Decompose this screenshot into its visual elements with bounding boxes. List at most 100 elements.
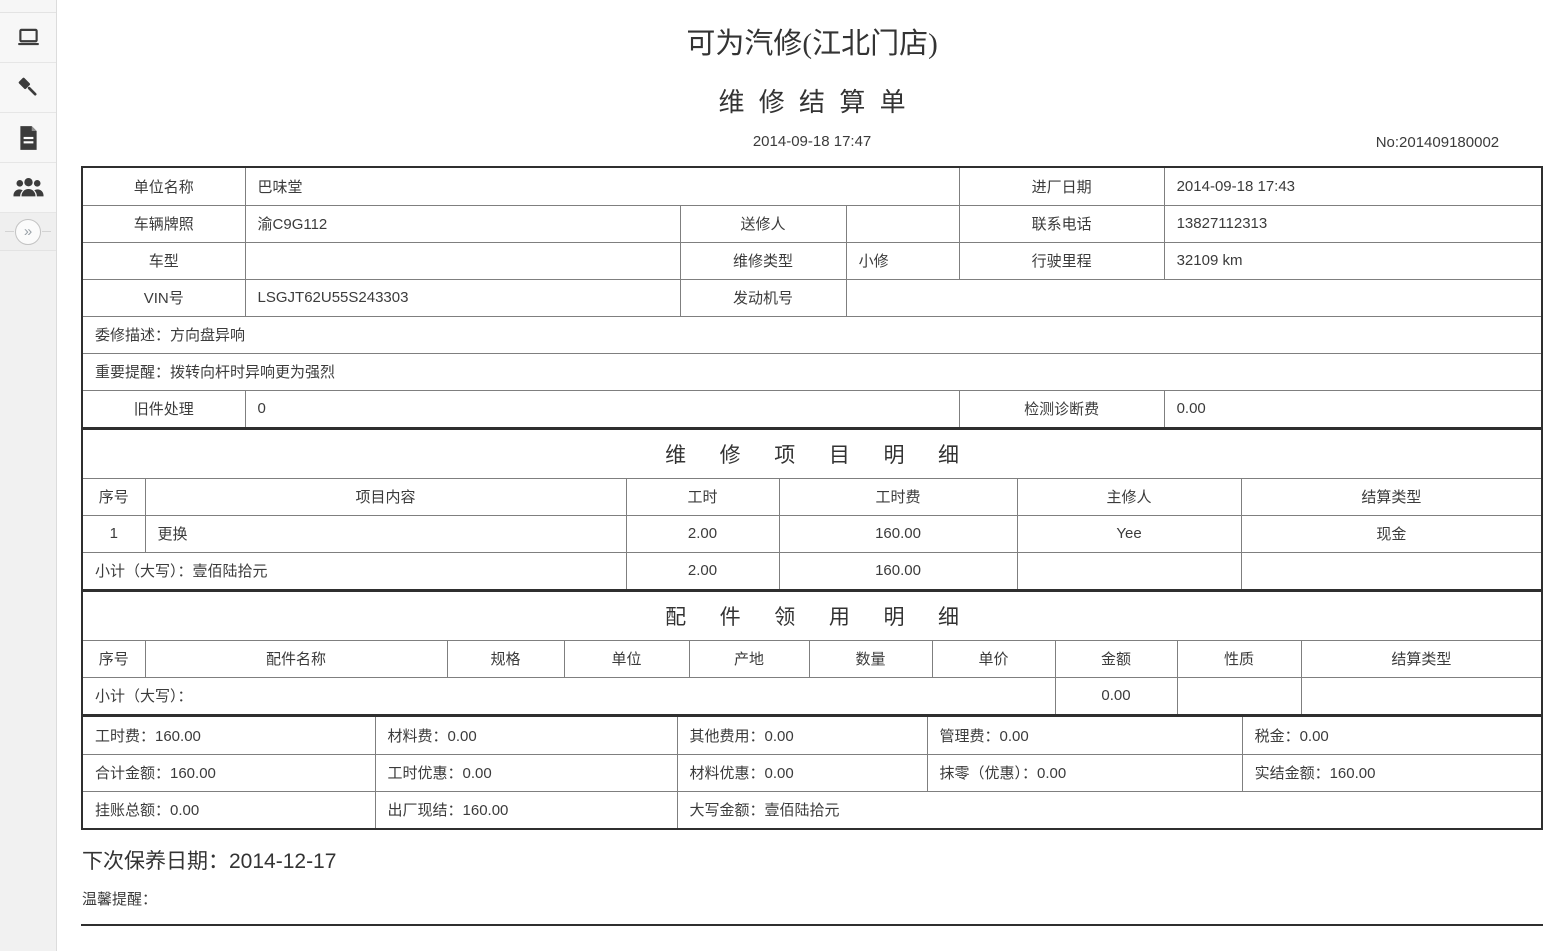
gavel-icon <box>15 74 42 101</box>
item-labor-fee: 160.00 <box>779 515 1017 552</box>
phone-value: 13827112313 <box>1164 205 1541 242</box>
sender-value <box>846 205 959 242</box>
repair-items-section-title-row: 维修项目明细 <box>83 430 1541 478</box>
repair-type-value: 小修 <box>846 242 959 279</box>
col-header-mechanic: 主修人 <box>1017 478 1241 515</box>
document-icon <box>17 125 40 151</box>
table-row: 车辆牌照 渝C9G112 送修人 联系电话 13827112313 <box>83 205 1541 242</box>
warm-tips-label: 温馨提醒： <box>82 888 1543 909</box>
item-seq: 1 <box>83 515 145 552</box>
col-header-spec: 规格 <box>447 640 564 677</box>
expand-divider-line <box>42 231 51 232</box>
labor-fee-total: 工时费：160.00 <box>83 717 375 754</box>
col-header-seq: 序号 <box>83 640 145 677</box>
table-row: 工时费：160.00 材料费：0.00 其他费用：0.00 管理费：0.00 税… <box>83 717 1541 754</box>
table-row: 重要提醒：拨转向杆时异响更为强烈 <box>83 353 1541 390</box>
totals-table: 工时费：160.00 材料费：0.00 其他费用：0.00 管理费：0.00 税… <box>83 717 1541 828</box>
table-row: 委修描述：方向盘异响 <box>83 316 1541 353</box>
entry-date-value: 2014-09-18 17:43 <box>1164 168 1541 205</box>
empty-cell <box>1301 677 1541 714</box>
repair-items-subtotal-row: 小计（大写）：壹佰陆拾元 2.00 160.00 <box>83 552 1541 589</box>
empty-cell <box>1177 677 1301 714</box>
col-header-labor-fee: 工时费 <box>779 478 1017 515</box>
item-hours: 2.00 <box>626 515 779 552</box>
col-header-amount: 金额 <box>1055 640 1177 677</box>
settlement-table: 单位名称 巴味堂 进厂日期 2014-09-18 17:43 车辆牌照 渝C9G… <box>81 166 1543 830</box>
sidebar-top-strip <box>0 0 56 13</box>
repair-description: 委修描述：方向盘异响 <box>83 316 1541 353</box>
col-header-qty: 数量 <box>809 640 932 677</box>
entry-date-label: 进厂日期 <box>959 168 1164 205</box>
sidebar-item-document[interactable] <box>0 113 56 163</box>
important-note: 重要提醒：拨转向杆时异响更为强烈 <box>83 353 1541 390</box>
col-header-unit-price: 单价 <box>932 640 1055 677</box>
amount-in-words: 大写金额：壹佰陆拾元 <box>677 791 1541 828</box>
vin-label: VIN号 <box>83 279 245 316</box>
tax-fee: 税金：0.00 <box>1242 717 1541 754</box>
final-amount: 实结金额：160.00 <box>1242 754 1541 791</box>
vehicle-info-table: 单位名称 巴味堂 进厂日期 2014-09-18 17:43 车辆牌照 渝C9G… <box>83 168 1541 427</box>
table-row: 车型 维修类型 小修 行驶里程 32109 km <box>83 242 1541 279</box>
item-content: 更换 <box>145 515 626 552</box>
table-row: 单位名称 巴味堂 进厂日期 2014-09-18 17:43 <box>83 168 1541 205</box>
col-header-settle-type: 结算类型 <box>1241 478 1541 515</box>
users-icon <box>13 175 44 201</box>
parts-subtotal-amount: 0.00 <box>1055 677 1177 714</box>
document-type-title: 维修结算单 <box>81 82 1543 119</box>
sender-label: 送修人 <box>680 205 846 242</box>
diagnosis-fee-value: 0.00 <box>1164 390 1541 427</box>
parts-table: 配件领用明细 序号 配件名称 规格 单位 产地 数量 单价 金额 性质 结算类型… <box>83 592 1541 714</box>
labor-subtotal-hours: 2.00 <box>626 552 779 589</box>
mileage-value: 32109 km <box>1164 242 1541 279</box>
sidebar-filler <box>0 251 56 951</box>
col-header-part-name: 配件名称 <box>145 640 447 677</box>
col-header-seq: 序号 <box>83 478 145 515</box>
unit-name-value: 巴味堂 <box>245 168 959 205</box>
vin-value: LSGJT62U55S243303 <box>245 279 680 316</box>
material-fee: 材料费：0.00 <box>375 717 677 754</box>
parts-section-title-row: 配件领用明细 <box>83 592 1541 640</box>
sidebar-item-monitor[interactable] <box>0 13 56 63</box>
material-discount: 材料优惠：0.00 <box>677 754 927 791</box>
footer-divider-line <box>81 924 1543 926</box>
engine-no-value <box>846 279 1541 316</box>
table-row: 旧件处理 0 检测诊断费 0.00 <box>83 390 1541 427</box>
sidebar-item-repair[interactable] <box>0 63 56 113</box>
parts-subtotal-row: 小计（大写）： 0.00 <box>83 677 1541 714</box>
labor-subtotal-label: 小计（大写）：壹佰陆拾元 <box>83 552 626 589</box>
cash-on-exit: 出厂现结：160.00 <box>375 791 677 828</box>
table-row: 1 更换 2.00 160.00 Yee 现金 <box>83 515 1541 552</box>
repair-items-section-title: 维修项目明细 <box>83 430 1541 478</box>
sidebar-expand-button[interactable]: » <box>0 213 56 251</box>
model-value <box>245 242 680 279</box>
col-header-hours: 工时 <box>626 478 779 515</box>
plate-value: 渝C9G112 <box>245 205 680 242</box>
col-header-unit: 单位 <box>564 640 689 677</box>
col-header-settle-type: 结算类型 <box>1301 640 1541 677</box>
table-row: 挂账总额：0.00 出厂现结：160.00 大写金额：壹佰陆拾元 <box>83 791 1541 828</box>
document-meta: 2014-09-18 17:47 No:201409180002 <box>81 133 1543 163</box>
print-datetime: 2014-09-18 17:47 <box>81 133 1543 150</box>
repair-type-label: 维修类型 <box>680 242 846 279</box>
sidebar-item-users[interactable] <box>0 163 56 213</box>
labor-subtotal-fee: 160.00 <box>779 552 1017 589</box>
mileage-label: 行驶里程 <box>959 242 1164 279</box>
repair-items-table: 维修项目明细 序号 项目内容 工时 工时费 主修人 结算类型 1 更换 2.00… <box>83 430 1541 589</box>
parts-header-row: 序号 配件名称 规格 单位 产地 数量 单价 金额 性质 结算类型 <box>83 640 1541 677</box>
parts-section-title: 配件领用明细 <box>83 592 1541 640</box>
diagnosis-fee-label: 检测诊断费 <box>959 390 1164 427</box>
col-header-nature: 性质 <box>1177 640 1301 677</box>
plate-label: 车辆牌照 <box>83 205 245 242</box>
chevron-expand-icon: » <box>15 219 41 245</box>
parts-subtotal-label: 小计（大写）： <box>83 677 1055 714</box>
settlement-document: 可为汽修(江北门店) 维修结算单 2014-09-18 17:47 No:201… <box>57 0 1566 951</box>
sidebar: » <box>0 0 57 951</box>
old-parts-label: 旧件处理 <box>83 390 245 427</box>
empty-cell <box>1241 552 1541 589</box>
next-maintenance-date: 下次保养日期：2014-12-17 <box>82 845 1543 875</box>
expand-divider-line <box>5 231 14 232</box>
engine-no-label: 发动机号 <box>680 279 846 316</box>
labor-discount: 工时优惠：0.00 <box>375 754 677 791</box>
credit-total: 挂账总额：0.00 <box>83 791 375 828</box>
unit-name-label: 单位名称 <box>83 168 245 205</box>
